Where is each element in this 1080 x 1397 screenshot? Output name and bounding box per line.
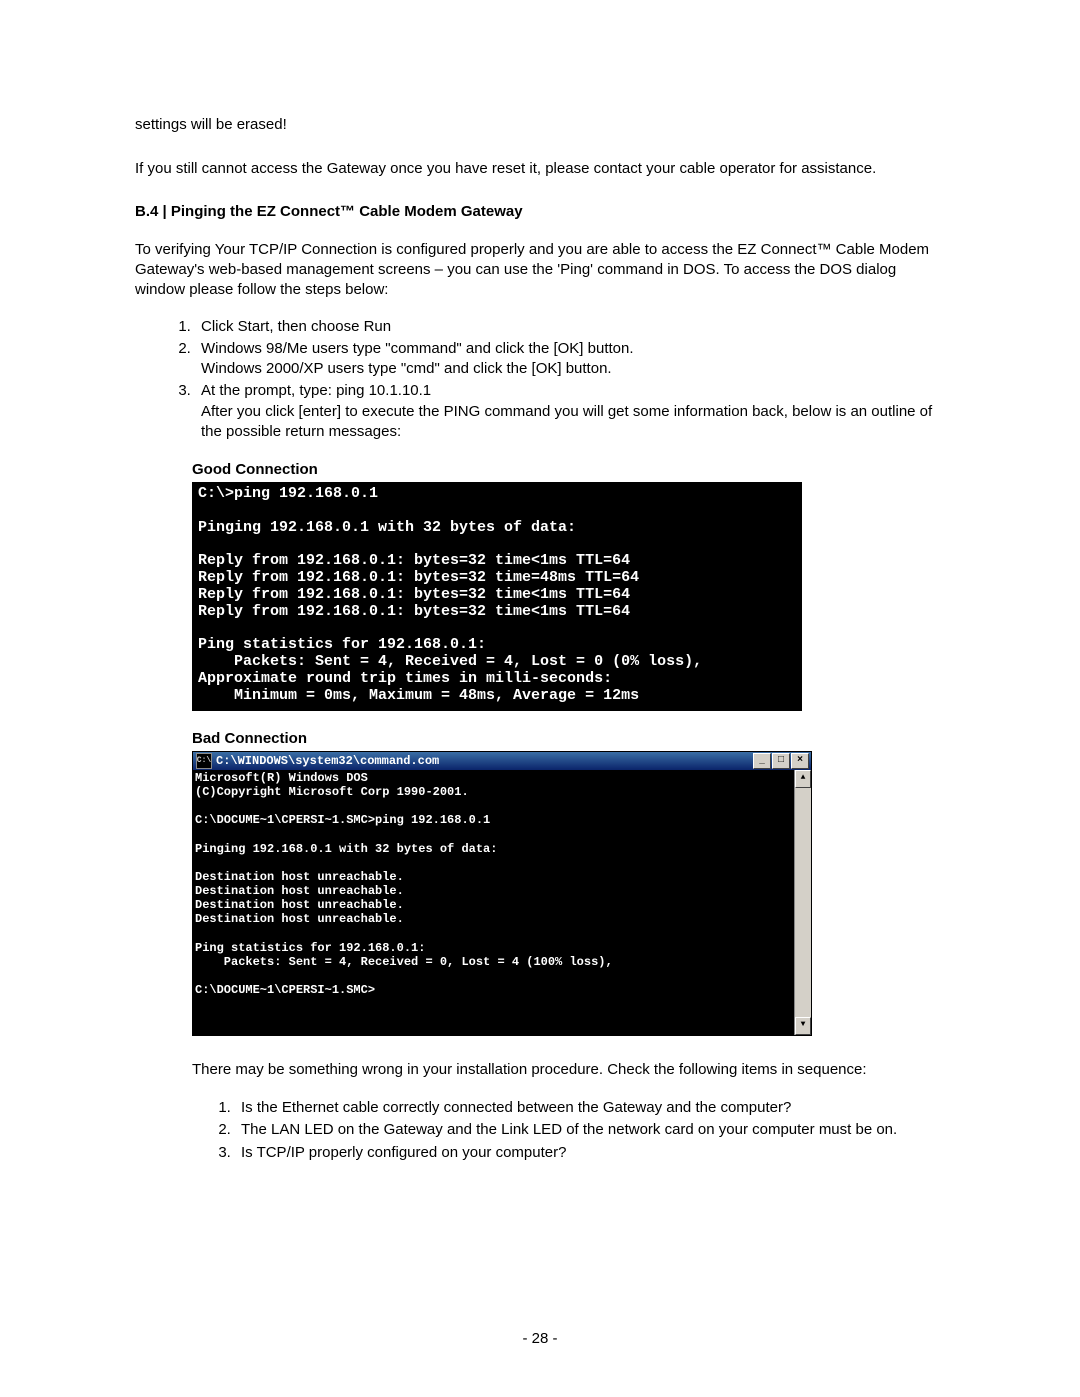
check-1-text: Is the Ethernet cable correctly connecte… xyxy=(241,1099,791,1116)
cmd-icon: C:\ xyxy=(196,753,212,769)
command-prompt-window: C:\ C:\WINDOWS\system32\command.com _ □ … xyxy=(192,751,812,1036)
step-2-line-2: Windows 2000/XP users type "cmd" and cli… xyxy=(201,359,945,379)
step-3-line-2: After you click [enter] to execute the P… xyxy=(201,402,945,443)
scroll-track[interactable] xyxy=(795,788,811,1017)
scroll-down-button[interactable]: ▼ xyxy=(795,1017,811,1035)
section-heading-b4: B.4 | Pinging the EZ Connect™ Cable Mode… xyxy=(135,202,945,222)
window-title-text: C:\WINDOWS\system32\command.com xyxy=(216,753,752,769)
step-1-text: Click Start, then choose Run xyxy=(201,318,391,335)
bad-connection-heading: Bad Connection xyxy=(192,729,945,749)
procedure-list: Click Start, then choose Run Windows 98/… xyxy=(135,317,945,443)
step-3-line-1: At the prompt, type: ping 10.1.10.1 xyxy=(201,381,945,401)
document-page: settings will be erased! If you still ca… xyxy=(0,0,1080,1397)
scroll-up-button[interactable]: ▲ xyxy=(795,770,811,788)
window-body-wrap: Microsoft(R) Windows DOS (C)Copyright Mi… xyxy=(193,770,811,1035)
window-maximize-button[interactable]: □ xyxy=(772,753,790,769)
window-titlebar: C:\ C:\WINDOWS\system32\command.com _ □ … xyxy=(193,752,811,770)
cmd-icon-text: C:\ xyxy=(197,757,211,765)
check-3: Is TCP/IP properly configured on your co… xyxy=(235,1143,945,1163)
check-3-text: Is TCP/IP properly configured on your co… xyxy=(241,1144,566,1161)
check-list: Is the Ethernet cable correctly connecte… xyxy=(135,1098,945,1163)
paragraph-check-items: There may be something wrong in your ins… xyxy=(192,1060,932,1080)
step-3: At the prompt, type: ping 10.1.10.1 Afte… xyxy=(195,381,945,442)
window-scrollbar[interactable]: ▲ ▼ xyxy=(794,770,811,1035)
good-connection-heading: Good Connection xyxy=(192,460,945,480)
check-2-text: The LAN LED on the Gateway and the Link … xyxy=(241,1121,897,1138)
paragraph-settings-erased: settings will be erased! xyxy=(135,115,945,135)
terminal-good-connection: C:\>ping 192.168.0.1 Pinging 192.168.0.1… xyxy=(192,482,802,710)
step-1: Click Start, then choose Run xyxy=(195,317,945,337)
paragraph-cannot-access: If you still cannot access the Gateway o… xyxy=(135,159,945,179)
check-2: The LAN LED on the Gateway and the Link … xyxy=(235,1120,945,1140)
window-close-button[interactable]: × xyxy=(791,753,809,769)
step-2-line-1: Windows 98/Me users type "command" and c… xyxy=(201,339,945,359)
paragraph-lead: To verifying Your TCP/IP Connection is c… xyxy=(135,240,945,301)
body-content: settings will be erased! If you still ca… xyxy=(135,115,945,1163)
check-1: Is the Ethernet cable correctly connecte… xyxy=(235,1098,945,1118)
page-number: - 28 - xyxy=(0,1329,1080,1349)
terminal-bad-connection: Microsoft(R) Windows DOS (C)Copyright Mi… xyxy=(193,770,794,1035)
window-minimize-button[interactable]: _ xyxy=(753,753,771,769)
step-2: Windows 98/Me users type "command" and c… xyxy=(195,339,945,380)
